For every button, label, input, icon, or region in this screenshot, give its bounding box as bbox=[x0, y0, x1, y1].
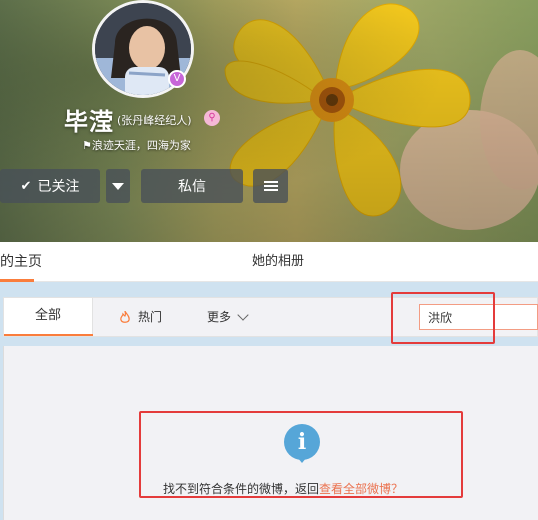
tab-home[interactable]: 的主页 bbox=[0, 242, 42, 282]
profile-nav: 的主页 她的相册 bbox=[0, 242, 538, 282]
filter-tab-all[interactable]: 全部 bbox=[4, 298, 93, 336]
message-label: 私信 bbox=[178, 179, 206, 195]
annotation-box-message bbox=[139, 411, 463, 498]
verified-note: (张丹峰经纪人) bbox=[117, 114, 192, 127]
profile-name: 毕滢 bbox=[64, 108, 114, 136]
tab-album[interactable]: 她的相册 bbox=[252, 242, 304, 282]
filter-tab-hot[interactable]: 热门 bbox=[120, 298, 162, 336]
hamburger-icon bbox=[263, 179, 278, 193]
profile-bio: ⚑浪迹天涯，四海为家 bbox=[82, 137, 191, 153]
flame-icon bbox=[120, 310, 130, 323]
pink-search-icon[interactable]: ⚲ bbox=[204, 110, 220, 126]
chevron-down-icon bbox=[237, 309, 249, 321]
caret-down-icon bbox=[112, 182, 124, 190]
message-button[interactable]: 私信 bbox=[141, 169, 243, 203]
filter-more-label: 更多 bbox=[207, 310, 232, 324]
filter-all-label: 全部 bbox=[34, 308, 61, 323]
active-filter-underline bbox=[4, 334, 93, 336]
flag-icon: ⚑ bbox=[82, 139, 92, 152]
vip-v-icon: V bbox=[168, 70, 186, 88]
filter-tab-more[interactable]: 更多 bbox=[207, 298, 249, 336]
followed-label: 已关注 bbox=[37, 179, 80, 195]
check-icon: ✔ bbox=[20, 178, 32, 194]
filter-hot-label: 热门 bbox=[138, 310, 163, 324]
annotation-box-search bbox=[391, 292, 495, 344]
more-menu-button[interactable] bbox=[253, 169, 288, 203]
follow-dropdown-button[interactable] bbox=[106, 169, 130, 203]
active-tab-underline bbox=[0, 279, 34, 282]
bio-text: 浪迹天涯，四海为家 bbox=[91, 139, 191, 152]
followed-button[interactable]: ✔ 已关注 bbox=[0, 169, 100, 203]
